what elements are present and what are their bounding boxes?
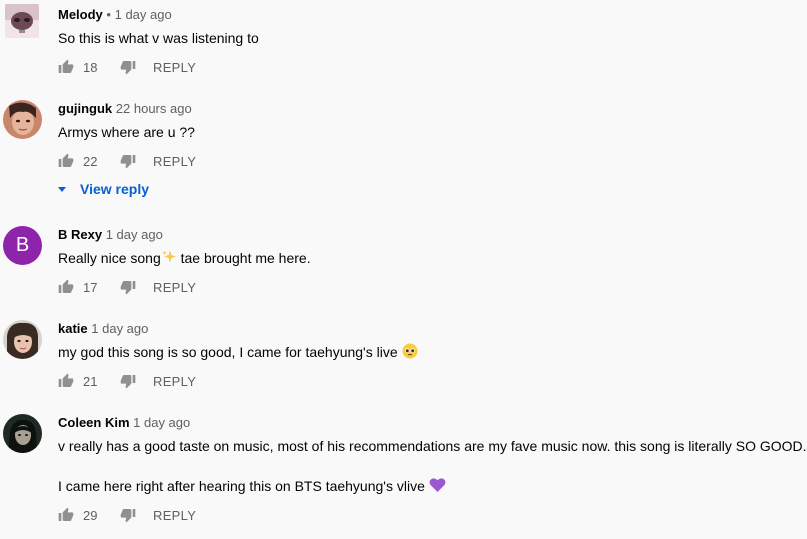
pleading-face-emoji (402, 343, 418, 364)
thumbs-down-icon[interactable] (120, 59, 136, 75)
comment-time[interactable]: 1 day ago (91, 321, 148, 336)
purple-heart-emoji (429, 477, 446, 498)
author-name[interactable]: Coleen Kim (58, 415, 130, 430)
comment-text-part: tae brought me here. (176, 250, 311, 266)
thumbs-up-icon[interactable] (58, 507, 74, 523)
comment-text: Really nice song tae brought me here. (58, 248, 311, 270)
comment-text: my god this song is so good, I came for … (58, 342, 418, 364)
comment-time[interactable]: 1 day ago (106, 227, 163, 242)
like-count: 22 (83, 153, 98, 169)
avatar[interactable]: B (3, 226, 42, 265)
meta-separator: • (106, 7, 111, 22)
thumbs-up-icon[interactable] (58, 279, 74, 295)
thumbs-up-icon[interactable] (58, 373, 74, 389)
like-count: 18 (83, 59, 98, 75)
caret-down-icon (58, 186, 66, 192)
author-name[interactable]: gujinguk (58, 101, 112, 116)
comment-text-part: Really nice song (58, 250, 161, 266)
comment-meta: Melody • 1 day ago (58, 7, 172, 23)
comment-actions: 29 REPLY (58, 505, 196, 525)
comment-meta: gujinguk 22 hours ago (58, 101, 192, 117)
comment-meta: B Rexy 1 day ago (58, 227, 163, 243)
thumbs-down-icon[interactable] (120, 373, 136, 389)
thumbs-down-icon[interactable] (120, 279, 136, 295)
comment-text-part: my god this song is so good, I came for … (58, 344, 398, 360)
reply-button[interactable]: REPLY (153, 280, 196, 295)
comment-text-part: I came here right after hearing this on … (58, 478, 425, 494)
like-count: 17 (83, 279, 98, 295)
avatar[interactable] (3, 100, 42, 139)
like-count: 21 (83, 373, 98, 389)
reply-button[interactable]: REPLY (153, 154, 196, 169)
author-name[interactable]: katie (58, 321, 88, 336)
like-count: 29 (83, 507, 98, 523)
comment-actions: 18 REPLY (58, 57, 196, 77)
avatar-letter: B (15, 234, 30, 256)
comment-time[interactable]: 1 day ago (115, 7, 172, 22)
thumbs-up-icon[interactable] (58, 59, 74, 75)
thumbs-down-icon[interactable] (120, 153, 136, 169)
author-name[interactable]: B Rexy (58, 227, 102, 242)
author-name[interactable]: Melody (58, 7, 103, 22)
comment-time[interactable]: 1 day ago (133, 415, 190, 430)
reply-button[interactable]: REPLY (153, 508, 196, 523)
comment-actions: 22 REPLY (58, 151, 196, 171)
comment-text: So this is what v was listening to (58, 30, 259, 46)
comment-text: v really has a good taste on music, most… (58, 438, 807, 454)
comment-text: Armys where are u ?? (58, 124, 195, 140)
reply-button[interactable]: REPLY (153, 60, 196, 75)
view-reply-button[interactable]: View reply (58, 181, 149, 197)
comment-time[interactable]: 22 hours ago (116, 101, 192, 116)
avatar[interactable] (3, 320, 42, 359)
comment-actions: 21 REPLY (58, 371, 196, 391)
thumbs-down-icon[interactable] (120, 507, 136, 523)
comment-meta: Coleen Kim 1 day ago (58, 415, 190, 431)
avatar[interactable] (3, 414, 42, 453)
reply-button[interactable]: REPLY (153, 374, 196, 389)
thumbs-up-icon[interactable] (58, 153, 74, 169)
sparkles-emoji (161, 249, 177, 270)
comment-actions: 17 REPLY (58, 277, 196, 297)
comment-text: I came here right after hearing this on … (58, 476, 446, 498)
comment-meta: katie 1 day ago (58, 321, 148, 337)
avatar[interactable] (5, 4, 39, 38)
view-reply-label: View reply (80, 181, 150, 197)
